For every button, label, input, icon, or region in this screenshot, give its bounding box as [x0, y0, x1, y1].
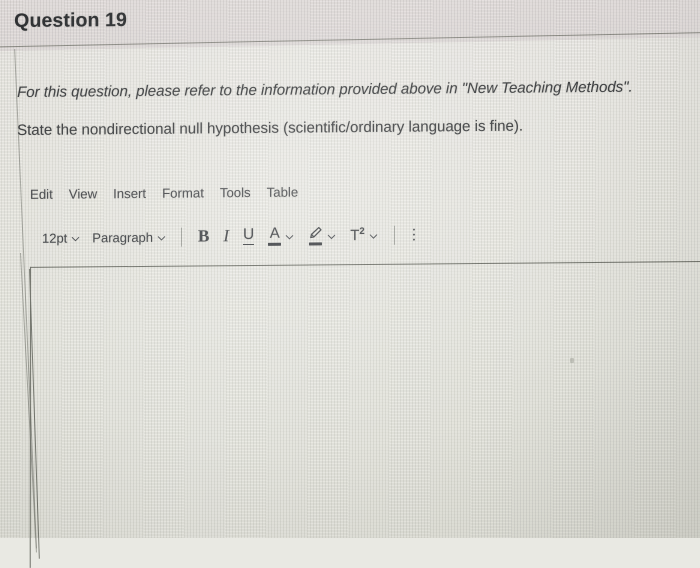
chevron-down-icon[interactable]	[285, 232, 294, 241]
menu-item-tools[interactable]: Tools	[220, 185, 251, 200]
menu-item-edit[interactable]: Edit	[30, 187, 53, 202]
question-reference-text: For this question, please refer to the i…	[17, 78, 633, 102]
underline-button[interactable]: U	[236, 223, 261, 249]
font-size-value: 12pt	[41, 230, 68, 246]
toolbar-separator	[181, 227, 183, 247]
kebab-dot	[412, 228, 416, 231]
font-size-dropdown[interactable]: 12pt	[36, 224, 86, 250]
menu-item-format[interactable]: Format	[162, 185, 204, 200]
kebab-dot	[412, 233, 416, 236]
block-format-dropdown[interactable]: Paragraph	[86, 224, 172, 251]
menu-item-table[interactable]: Table	[267, 185, 299, 200]
menu-item-insert[interactable]: Insert	[113, 186, 146, 201]
superscript-icon: T2	[350, 226, 364, 244]
block-format-value: Paragraph	[92, 229, 154, 245]
more-options-button[interactable]	[404, 228, 425, 242]
text-color-letter: A	[269, 224, 280, 242]
superscript-exponent: 2	[359, 225, 365, 238]
highlight-color-swatch-bar	[309, 241, 323, 245]
highlighter-icon	[308, 226, 323, 245]
toolbar-separator-2	[393, 225, 395, 245]
quiz-question-page: Question 19 For this question, please re…	[0, 0, 700, 568]
chevron-down-icon	[71, 234, 80, 243]
italic-button[interactable]: I	[216, 223, 236, 249]
underline-icon: U	[243, 226, 254, 246]
chevron-down-icon	[157, 233, 166, 242]
bold-icon: B	[198, 226, 210, 246]
menu-item-view[interactable]: View	[69, 186, 97, 201]
kebab-dot	[412, 238, 416, 242]
text-color-button[interactable]: A	[261, 223, 301, 249]
bold-button[interactable]: B	[191, 223, 216, 249]
editor-menubar: Edit View Insert Format Tools Table	[30, 185, 298, 202]
answer-textarea[interactable]	[33, 265, 700, 539]
highlight-color-button[interactable]	[301, 222, 343, 248]
dust-speck	[570, 358, 574, 363]
text-color-icon: A	[268, 224, 282, 246]
text-color-swatch-bar	[268, 242, 282, 246]
editor-toolbar: 12pt Paragraph B I U A T2	[36, 221, 424, 250]
page-title: Question 19	[14, 9, 127, 33]
superscript-button[interactable]: T2	[343, 222, 384, 248]
chevron-down-icon[interactable]	[369, 231, 378, 240]
chevron-down-icon[interactable]	[327, 232, 336, 241]
italic-icon: I	[223, 226, 230, 246]
question-prompt-text: State the nondirectional null hypothesis…	[17, 117, 524, 140]
